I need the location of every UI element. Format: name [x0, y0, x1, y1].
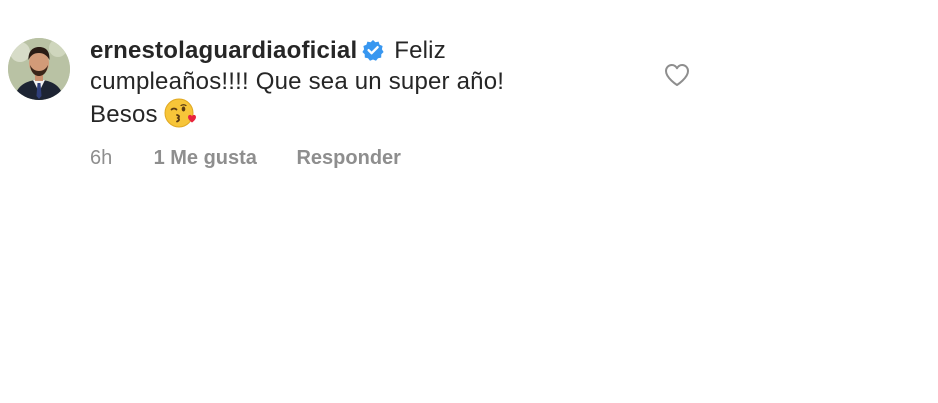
heart-outline-icon[interactable]	[664, 63, 690, 87]
verified-badge-icon	[362, 39, 384, 61]
avatar[interactable]	[8, 38, 70, 100]
username-link[interactable]: ernestolaguardiaoficial	[90, 37, 357, 64]
comment-meta: 6h 1 Me gusta Responder	[90, 145, 401, 171]
comment-timestamp: 6h	[90, 147, 113, 169]
comment-text-block: ernestolaguardiaoficial Feliz cumpleaños…	[90, 36, 560, 131]
kissing-face-icon	[164, 97, 196, 129]
reply-button[interactable]: Responder	[296, 145, 400, 171]
comment: ernestolaguardiaoficial Feliz cumpleaños…	[0, 0, 938, 403]
profile-photo	[8, 38, 70, 100]
likes-count-button[interactable]: 1 Me gusta	[154, 145, 257, 171]
